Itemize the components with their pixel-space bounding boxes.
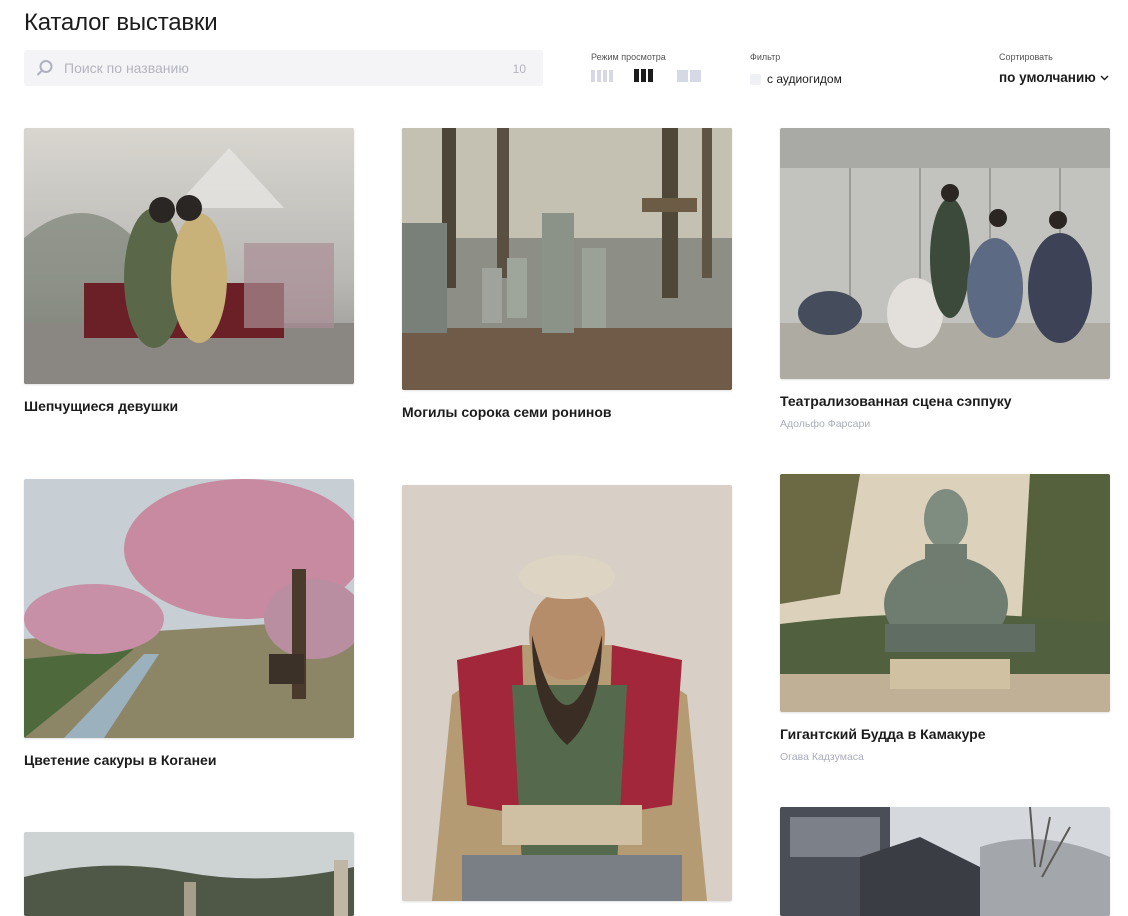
result-count: 10	[512, 62, 526, 76]
view-mode-label: Режим просмотра	[591, 52, 666, 62]
view-grid-4-button[interactable]	[591, 70, 613, 82]
catalog-card[interactable]: Театрализованная сцена сэппуку Адольфо Ф…	[780, 128, 1110, 430]
page-title: Каталог выставки	[24, 9, 218, 36]
catalog-card[interactable]: Шепчущиеся девушки	[24, 128, 354, 414]
audioguide-filter-label: с аудиогидом	[767, 72, 842, 86]
artwork-author[interactable]: Адольфо Фарсари	[780, 418, 1110, 430]
chevron-down-icon	[1100, 75, 1109, 81]
view-grid-3-button[interactable]	[634, 69, 653, 82]
view-grid-2-button[interactable]	[677, 70, 701, 82]
search-icon	[37, 60, 53, 76]
artwork-image[interactable]	[24, 479, 354, 738]
audioguide-filter[interactable]: с аудиогидом	[750, 72, 842, 86]
audioguide-checkbox[interactable]	[750, 73, 761, 85]
catalog-card[interactable]: Гигантский Будда в Камакуре Огава Кадзум…	[780, 474, 1110, 763]
artwork-title[interactable]: Гигантский Будда в Камакуре	[780, 726, 1110, 742]
sort-dropdown[interactable]: по умолчанию	[999, 70, 1109, 85]
artwork-title[interactable]: Шепчущиеся девушки	[24, 398, 354, 414]
catalog-card[interactable]: Цветение сакуры в Коганеи	[24, 479, 354, 768]
search-box[interactable]: 10	[24, 50, 543, 86]
artwork-title[interactable]: Цветение сакуры в Коганеи	[24, 752, 354, 768]
artwork-image[interactable]	[402, 485, 732, 901]
artwork-title[interactable]: Могилы сорока семи ронинов	[402, 404, 732, 420]
artwork-title[interactable]: Театрализованная сцена сэппуку	[780, 393, 1110, 409]
artwork-image[interactable]	[780, 807, 1110, 916]
sort-label: Сортировать	[999, 52, 1053, 62]
catalog-card[interactable]	[24, 832, 354, 916]
catalog-card[interactable]	[780, 807, 1110, 916]
artwork-image[interactable]	[24, 832, 354, 916]
artwork-author[interactable]: Огава Кадзумаса	[780, 751, 1110, 763]
catalog-card[interactable]	[402, 485, 732, 901]
filter-label: Фильтр	[750, 52, 781, 62]
catalog-card[interactable]: Могилы сорока семи ронинов	[402, 128, 732, 420]
artwork-image[interactable]	[24, 128, 354, 384]
artwork-image[interactable]	[780, 128, 1110, 379]
artwork-image[interactable]	[402, 128, 732, 390]
artwork-image[interactable]	[780, 474, 1110, 712]
search-input[interactable]	[64, 50, 504, 86]
sort-value: по умолчанию	[999, 70, 1096, 85]
